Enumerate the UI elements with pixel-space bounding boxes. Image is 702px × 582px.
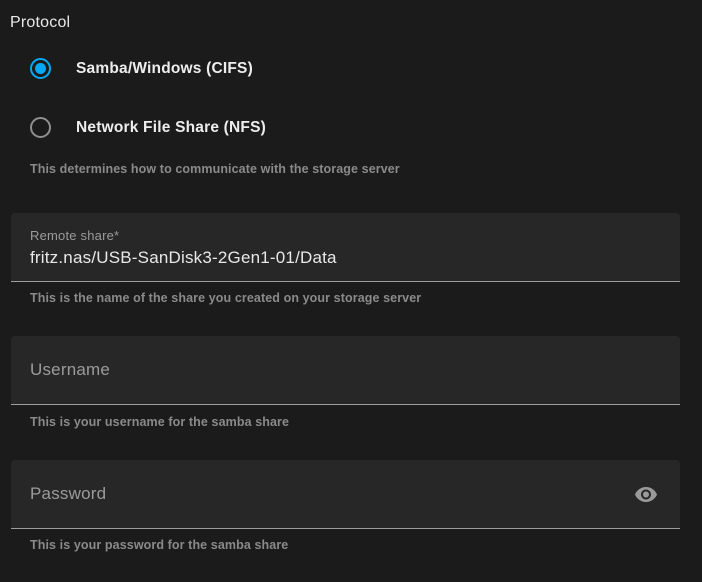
radio-option-samba-cifs-label: Samba/Windows (CIFS) bbox=[76, 60, 253, 78]
radio-button-icon[interactable] bbox=[30, 117, 51, 138]
username-input[interactable] bbox=[30, 336, 661, 404]
password-field[interactable] bbox=[11, 460, 680, 529]
protocol-group-label: Protocol bbox=[10, 13, 70, 33]
visibility-eye-icon bbox=[634, 482, 658, 506]
username-field[interactable] bbox=[11, 336, 680, 405]
radio-option-nfs-label: Network File Share (NFS) bbox=[76, 119, 266, 137]
radio-button-icon[interactable] bbox=[30, 58, 51, 79]
password-helper-text: This is your password for the samba shar… bbox=[30, 538, 288, 553]
username-helper-text: This is your username for the samba shar… bbox=[30, 415, 289, 430]
remote-share-input[interactable] bbox=[30, 245, 661, 271]
remote-share-helper-text: This is the name of the share you create… bbox=[30, 291, 421, 306]
toggle-password-visibility-button[interactable] bbox=[633, 482, 658, 507]
remote-share-field-label: Remote share* bbox=[30, 228, 119, 243]
radio-option-nfs[interactable]: Network File Share (NFS) bbox=[30, 117, 266, 138]
radio-dot bbox=[35, 63, 46, 74]
password-input[interactable] bbox=[30, 460, 620, 528]
remote-share-field[interactable]: Remote share* bbox=[11, 213, 680, 282]
storage-config-form: Protocol Samba/Windows (CIFS) Network Fi… bbox=[0, 0, 702, 582]
radio-dot bbox=[35, 122, 46, 133]
protocol-helper-text: This determines how to communicate with … bbox=[30, 162, 400, 177]
radio-option-samba-cifs[interactable]: Samba/Windows (CIFS) bbox=[30, 58, 253, 79]
